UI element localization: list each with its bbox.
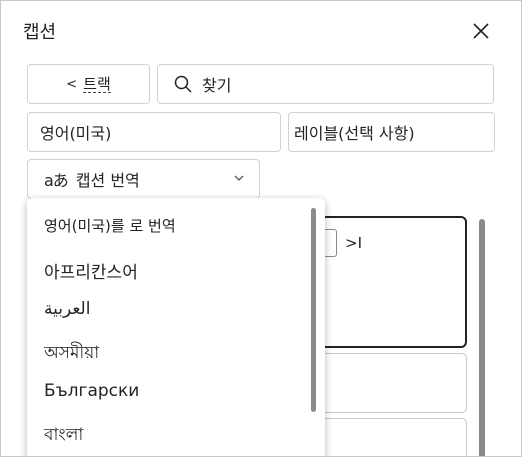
back-to-tracks-button[interactable]: < 트랙 [27, 64, 150, 104]
label-field[interactable]: 레이블(선택 사항) [288, 112, 495, 152]
menu-item-bulgarian[interactable]: Български [44, 381, 139, 401]
search-icon [174, 75, 192, 93]
menu-item-arabic[interactable]: العربية [44, 299, 90, 319]
search-placeholder: 찾기 [202, 76, 232, 95]
menu-item-afrikaans[interactable]: 아프리칸스어 [44, 258, 138, 283]
menu-scrollbar[interactable] [311, 208, 316, 412]
chevron-down-icon [234, 175, 244, 181]
panel-title: 캡션 [23, 22, 57, 43]
menu-header: 영어(미국)를 로 번역 [44, 217, 176, 235]
search-input[interactable]: 찾기 [157, 64, 494, 104]
caption-card[interactable] [301, 418, 467, 456]
menu-item-assamese[interactable]: অসমীয়া [44, 340, 99, 368]
translate-language-menu: 영어(미국)를 로 번역 아프리칸스어 العربية অসমীয়া Бълг… [27, 198, 325, 456]
chevron-left-icon: < [66, 76, 78, 92]
caption-card[interactable] [301, 353, 467, 413]
panel-scrollbar[interactable] [479, 219, 485, 456]
translate-label: 캡션 번역 [75, 171, 140, 190]
skip-to-end-icon[interactable]: >I [345, 234, 362, 252]
back-button-label: 트랙 [83, 74, 111, 93]
menu-item-bengali[interactable]: বাংলা [44, 422, 83, 450]
captions-panel: 캡션 < 트랙 찾기 영어(미국) 레이블(선택 사항) aあ 캡션 번역 >I… [0, 0, 522, 457]
close-button[interactable] [467, 17, 495, 45]
close-icon [473, 23, 489, 39]
translate-icon: aあ [44, 171, 69, 190]
translate-captions-button[interactable]: aあ 캡션 번역 [27, 159, 260, 199]
caption-card-selected[interactable]: >I [301, 216, 467, 348]
language-field[interactable]: 영어(미국) [27, 112, 281, 152]
